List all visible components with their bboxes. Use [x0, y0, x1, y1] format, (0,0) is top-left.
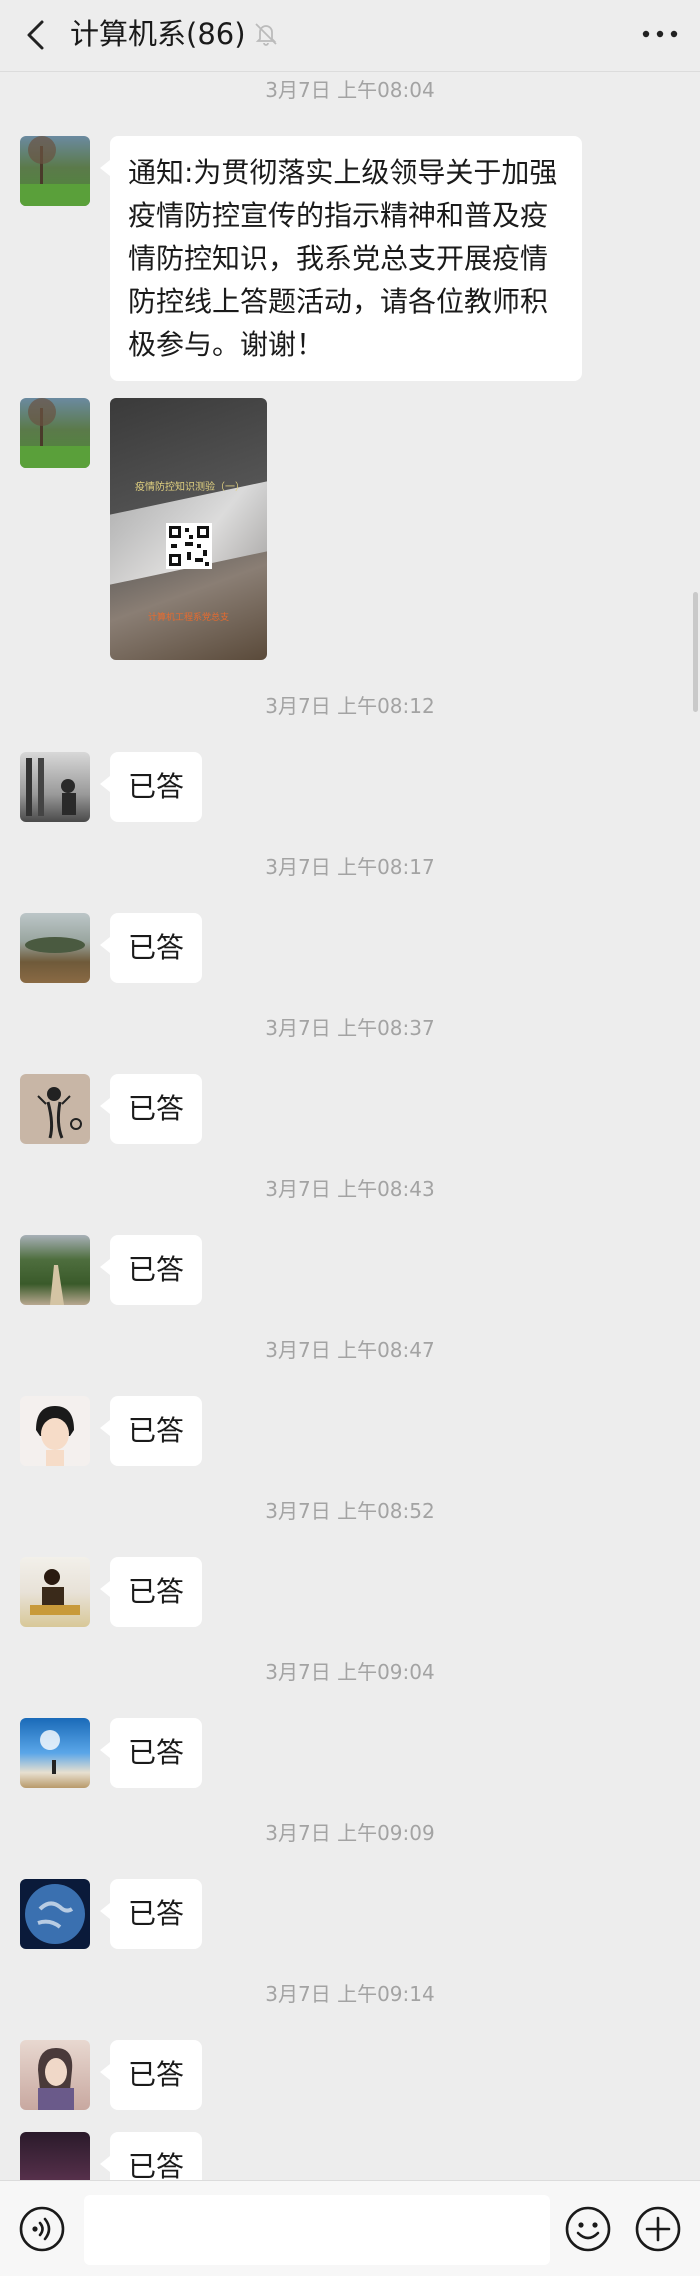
avatar[interactable]	[20, 752, 90, 822]
message-list[interactable]: 3月7日 上午08:04 通知:为贯彻落实上级领导关于加强 疫情防控宣传的指示精…	[0, 72, 700, 2180]
message-bubble[interactable]: 已答	[99, 752, 203, 822]
shared-image[interactable]: 疫情防控知识测验（一） 计算机工程系党总支	[110, 398, 267, 660]
chat-title: 计算机系(86)	[70, 17, 246, 51]
message-input[interactable]	[84, 2195, 550, 2265]
message-bubble[interactable]: 已答	[99, 1879, 203, 1949]
message-bubble[interactable]: 已答	[99, 1235, 203, 1305]
chat-header: 计算机系(86)	[0, 0, 700, 72]
timestamp: 3月7日 上午09:14	[265, 1982, 435, 2006]
avatar[interactable]	[20, 398, 90, 468]
message-bubble[interactable]: 已答	[99, 2040, 203, 2110]
message-bubble[interactable]: 已答	[99, 2132, 203, 2180]
timestamp: 3月7日 上午08:43	[265, 1177, 435, 1201]
timestamp: 3月7日 上午08:12	[265, 694, 435, 718]
message-bubble[interactable]: 已答	[99, 1557, 203, 1627]
avatar[interactable]	[20, 2040, 90, 2110]
avatar[interactable]	[20, 136, 90, 206]
avatar[interactable]	[20, 1557, 90, 1627]
timestamp: 3月7日 上午09:04	[265, 1660, 435, 1684]
avatar[interactable]	[20, 1235, 90, 1305]
avatar[interactable]	[20, 1074, 90, 1144]
timestamp: 3月7日 上午08:52	[265, 1499, 435, 1523]
voice-icon[interactable]	[18, 2205, 66, 2253]
timestamp: 3月7日 上午08:37	[265, 1016, 435, 1040]
emoji-icon[interactable]	[564, 2205, 612, 2253]
timestamp: 3月7日 上午08:04	[265, 78, 435, 102]
message-bubble[interactable]: 通知:为贯彻落实上级领导关于加强 疫情防控宣传的指示精神和普及疫 情防控知识，我…	[100, 136, 582, 381]
timestamp: 3月7日 上午08:47	[265, 1338, 435, 1362]
input-bar	[0, 2180, 700, 2276]
avatar[interactable]	[20, 913, 90, 983]
avatar[interactable]	[20, 2132, 90, 2180]
scrollbar-thumb[interactable]	[693, 592, 698, 712]
image-caption: 疫情防控知识测验（一）	[135, 482, 245, 493]
chevron-left-icon[interactable]	[20, 18, 54, 52]
message-bubble[interactable]: 已答	[99, 1718, 203, 1788]
bell-off-icon	[255, 23, 277, 46]
qr-code-icon	[166, 523, 212, 569]
message-bubble[interactable]: 已答	[99, 1074, 203, 1144]
more-dots-icon[interactable]	[640, 22, 680, 46]
avatar[interactable]	[20, 1396, 90, 1466]
message-bubble[interactable]: 已答	[99, 913, 203, 983]
plus-icon[interactable]	[634, 2205, 682, 2253]
message-bubble[interactable]: 已答	[99, 1396, 203, 1466]
avatar[interactable]	[20, 1879, 90, 1949]
image-footer: 计算机工程系党总支	[147, 613, 229, 623]
timestamp: 3月7日 上午09:09	[265, 1821, 435, 1845]
avatar[interactable]	[20, 1718, 90, 1788]
timestamp: 3月7日 上午08:17	[265, 855, 435, 879]
